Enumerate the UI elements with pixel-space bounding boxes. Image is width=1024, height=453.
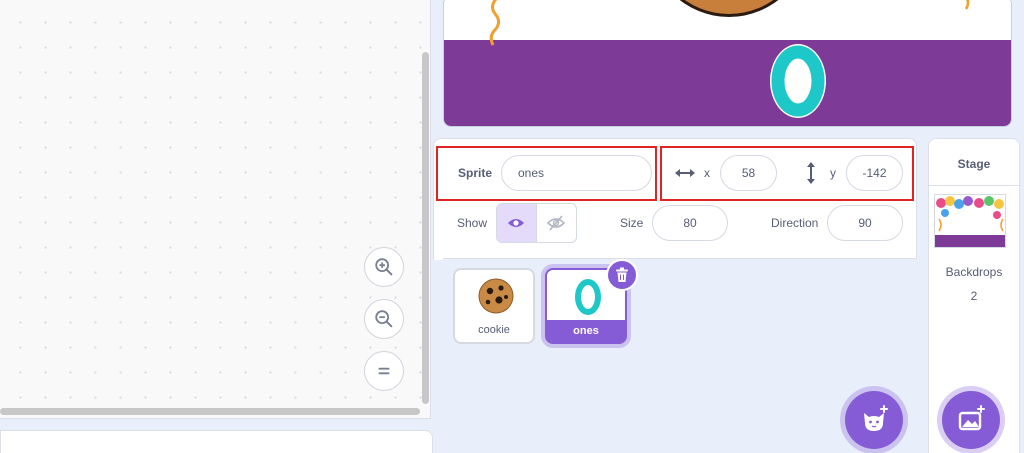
y-label: y: [830, 166, 836, 180]
show-visible-button[interactable]: [497, 204, 537, 242]
stage-canvas[interactable]: [443, 0, 1012, 127]
vertical-arrow-icon: [807, 162, 815, 184]
eye-icon: [508, 219, 525, 227]
streamer-right-icon: [964, 0, 970, 10]
direction-input[interactable]: 90: [827, 205, 903, 241]
streamer-left-icon: [489, 0, 501, 46]
stage-banner: [444, 40, 1011, 126]
backdrops-label: Backdrops: [945, 265, 1003, 279]
horizontal-arrow-icon: [675, 169, 695, 177]
zoom-out-button[interactable]: [364, 299, 404, 339]
bottom-panel: [0, 430, 433, 453]
code-workspace[interactable]: [0, 0, 431, 419]
backdrops-count: 2: [970, 289, 978, 303]
backdrop-add-icon: [958, 405, 985, 431]
eye-hidden-icon: [547, 215, 566, 231]
stage-title: Stage: [957, 157, 991, 171]
sprite-tile-cookie[interactable]: cookie: [453, 268, 535, 344]
digit-sprite-on-stage: [770, 44, 826, 118]
backdrop-thumbnail-icon: [935, 195, 1005, 247]
cookie-icon: [478, 278, 514, 314]
zoom-reset-icon: [378, 367, 390, 375]
digit-zero-icon: [574, 278, 602, 316]
zoom-in-button[interactable]: [364, 247, 404, 287]
sprite-tile-label: ones: [573, 325, 599, 337]
x-label: x: [704, 166, 710, 180]
show-hidden-button[interactable]: [537, 204, 577, 242]
delete-sprite-button[interactable]: [606, 259, 638, 291]
zoom-out-icon: [375, 310, 393, 328]
cat-add-icon: [864, 405, 888, 431]
code-vertical-scrollbar[interactable]: [422, 52, 429, 404]
size-input[interactable]: 80: [652, 205, 728, 241]
x-position-input[interactable]: 58: [720, 155, 777, 191]
sprite-name-input[interactable]: ones: [501, 155, 652, 191]
sprite-label: Sprite: [458, 166, 493, 180]
stage-thumbnail: [934, 194, 1006, 248]
zoom-reset-button[interactable]: [364, 351, 404, 391]
choose-sprite-button[interactable]: [845, 391, 903, 449]
visibility-toggle-group: [496, 203, 577, 243]
trash-icon: [616, 267, 628, 282]
sprite-tile-label: cookie: [478, 324, 510, 336]
code-horizontal-scrollbar[interactable]: [0, 408, 420, 415]
choose-backdrop-button[interactable]: [942, 391, 1000, 449]
size-label: Size: [620, 216, 644, 230]
direction-label: Direction: [771, 216, 819, 230]
y-position-input[interactable]: -142: [846, 155, 903, 191]
zoom-in-icon: [375, 258, 393, 276]
show-label: Show: [457, 216, 488, 230]
